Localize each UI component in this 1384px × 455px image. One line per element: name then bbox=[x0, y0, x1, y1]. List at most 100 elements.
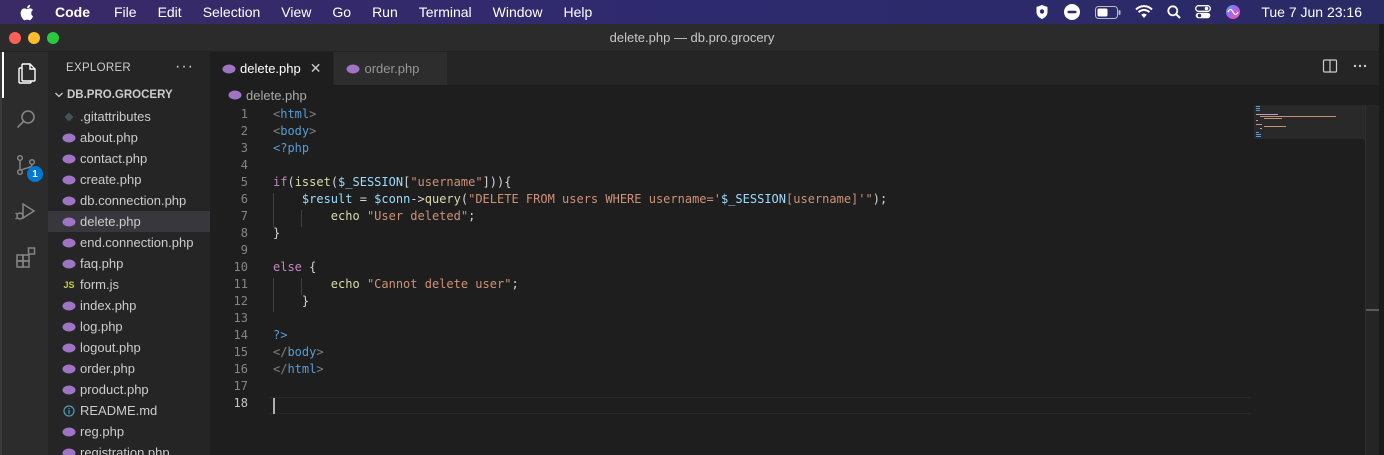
code-token: $result bbox=[301, 191, 353, 206]
code-token: '" bbox=[858, 191, 873, 206]
close-icon[interactable]: ✕ bbox=[310, 60, 322, 77]
line-number: 14 bbox=[233, 327, 248, 342]
menu-file[interactable]: File bbox=[114, 4, 137, 20]
line-number: 15 bbox=[233, 344, 248, 359]
code-text: echo "Cannot delete user"; bbox=[273, 277, 519, 291]
explorer-activity-button[interactable] bbox=[2, 52, 50, 98]
siri-icon[interactable] bbox=[1225, 4, 1241, 20]
file-item[interactable]: create.php bbox=[48, 169, 210, 190]
menu-go[interactable]: Go bbox=[332, 4, 351, 20]
code-token: ( bbox=[330, 174, 339, 189]
menu-app-name[interactable]: Code bbox=[55, 4, 90, 20]
search-activity-button[interactable] bbox=[2, 98, 50, 144]
code-line: 9 bbox=[210, 241, 1250, 258]
php-file-icon bbox=[62, 195, 76, 207]
code-text: else { bbox=[273, 260, 316, 274]
control-center-icon[interactable] bbox=[1195, 5, 1212, 19]
extensions-activity-button[interactable] bbox=[2, 236, 50, 282]
file-item[interactable]: log.php bbox=[48, 316, 210, 337]
editor-scrollbar[interactable] bbox=[1365, 105, 1380, 455]
php-file-icon bbox=[62, 300, 76, 312]
code-line: 4 bbox=[210, 156, 1250, 173]
tab-order-php[interactable]: order.php bbox=[334, 52, 449, 85]
php-file-icon bbox=[228, 89, 242, 101]
file-item[interactable]: faq.php bbox=[48, 253, 210, 274]
code-token: "User deleted" bbox=[366, 208, 469, 223]
code-token: } bbox=[273, 293, 310, 308]
file-item[interactable]: end.connection.php bbox=[48, 232, 210, 253]
breadcrumb[interactable]: delete.php bbox=[210, 85, 1384, 105]
file-item[interactable]: delete.php bbox=[48, 211, 210, 232]
menu-terminal[interactable]: Terminal bbox=[419, 4, 472, 20]
extensions-icon bbox=[14, 245, 38, 274]
file-item[interactable]: about.php bbox=[48, 127, 210, 148]
file-item-label: about.php bbox=[80, 130, 138, 145]
apple-icon[interactable] bbox=[19, 4, 39, 21]
php-file-icon bbox=[346, 63, 360, 75]
menu-help[interactable]: Help bbox=[563, 4, 592, 20]
menu-view[interactable]: View bbox=[281, 4, 311, 20]
php-file-icon bbox=[62, 363, 76, 375]
file-item-label: create.php bbox=[80, 172, 142, 187]
run-debug-activity-button[interactable] bbox=[2, 190, 50, 236]
code-token: </ bbox=[273, 344, 288, 359]
file-item[interactable]: order.php bbox=[48, 358, 210, 379]
window-close-button[interactable] bbox=[9, 32, 21, 44]
menu-selection[interactable]: Selection bbox=[203, 4, 261, 20]
line-number: 3 bbox=[240, 140, 248, 155]
file-item[interactable]: product.php bbox=[48, 379, 210, 400]
file-item-label: contact.php bbox=[80, 151, 148, 166]
code-token: body bbox=[280, 123, 310, 138]
code-line: 6 $result = $conn->query("DELETE FROM us… bbox=[210, 190, 1250, 207]
php-file-icon bbox=[62, 342, 76, 354]
file-item[interactable]: README.md bbox=[48, 400, 210, 421]
file-item[interactable]: logout.php bbox=[48, 337, 210, 358]
file-item[interactable]: db.connection.php bbox=[48, 190, 210, 211]
code-token: ; bbox=[468, 208, 476, 223]
file-item-label: .gitattributes bbox=[80, 109, 151, 124]
menu-window[interactable]: Window bbox=[493, 4, 543, 20]
code-text: </html> bbox=[273, 362, 324, 376]
window-minimize-button[interactable] bbox=[28, 32, 40, 44]
battery-icon[interactable] bbox=[1095, 5, 1121, 19]
file-item-label: product.php bbox=[80, 382, 149, 397]
file-item[interactable]: registration.php bbox=[48, 442, 210, 455]
more-actions-button[interactable]: ··· bbox=[175, 58, 194, 76]
menu-edit[interactable]: Edit bbox=[158, 4, 182, 20]
code-editor[interactable]: 1 <html> 2 <body> 3 <?php 4 5 if(isset($_SESSION… bbox=[210, 105, 1365, 455]
source-control-activity-button[interactable]: 1 bbox=[2, 144, 50, 190]
wifi-icon[interactable] bbox=[1135, 5, 1154, 19]
file-item[interactable]: index.php bbox=[48, 295, 210, 316]
file-item-label: registration.php bbox=[80, 445, 170, 455]
file-item[interactable]: reg.php bbox=[48, 421, 210, 442]
code-token: <?php bbox=[273, 140, 310, 155]
split-editor-icon[interactable] bbox=[1322, 58, 1338, 79]
file-item-label: logout.php bbox=[80, 340, 141, 355]
search-icon[interactable] bbox=[1167, 5, 1182, 19]
menu-bar-clock[interactable]: Tue 7 Jun 23:16 bbox=[1261, 4, 1362, 20]
tab-delete-php[interactable]: delete.php ✕ bbox=[210, 52, 335, 85]
code-line: 1 <html> bbox=[210, 105, 1250, 122]
code-token: query bbox=[424, 191, 461, 206]
workspace-folder[interactable]: DB.PRO.GROCERY bbox=[48, 84, 210, 106]
shield-icon[interactable] bbox=[1035, 4, 1049, 20]
tab-label: delete.php bbox=[240, 61, 301, 76]
activity-bar: 1 bbox=[0, 52, 48, 455]
file-item[interactable]: contact.php bbox=[48, 148, 210, 169]
file-item[interactable]: .gitattributes bbox=[48, 106, 210, 127]
php-file-icon bbox=[62, 447, 76, 455]
file-item[interactable]: JS form.js bbox=[48, 274, 210, 295]
editor-actions bbox=[1322, 52, 1368, 85]
more-actions-icon[interactable] bbox=[1352, 58, 1368, 79]
window-maximize-button[interactable] bbox=[47, 32, 59, 44]
menu-run[interactable]: Run bbox=[372, 4, 398, 20]
code-line: 15 </body> bbox=[210, 343, 1250, 360]
minimap[interactable] bbox=[1254, 105, 1365, 140]
message-icon[interactable] bbox=[1063, 3, 1081, 21]
code-token: > bbox=[316, 344, 324, 359]
code-text: } bbox=[273, 226, 280, 240]
source-control-badge: 1 bbox=[27, 166, 43, 182]
